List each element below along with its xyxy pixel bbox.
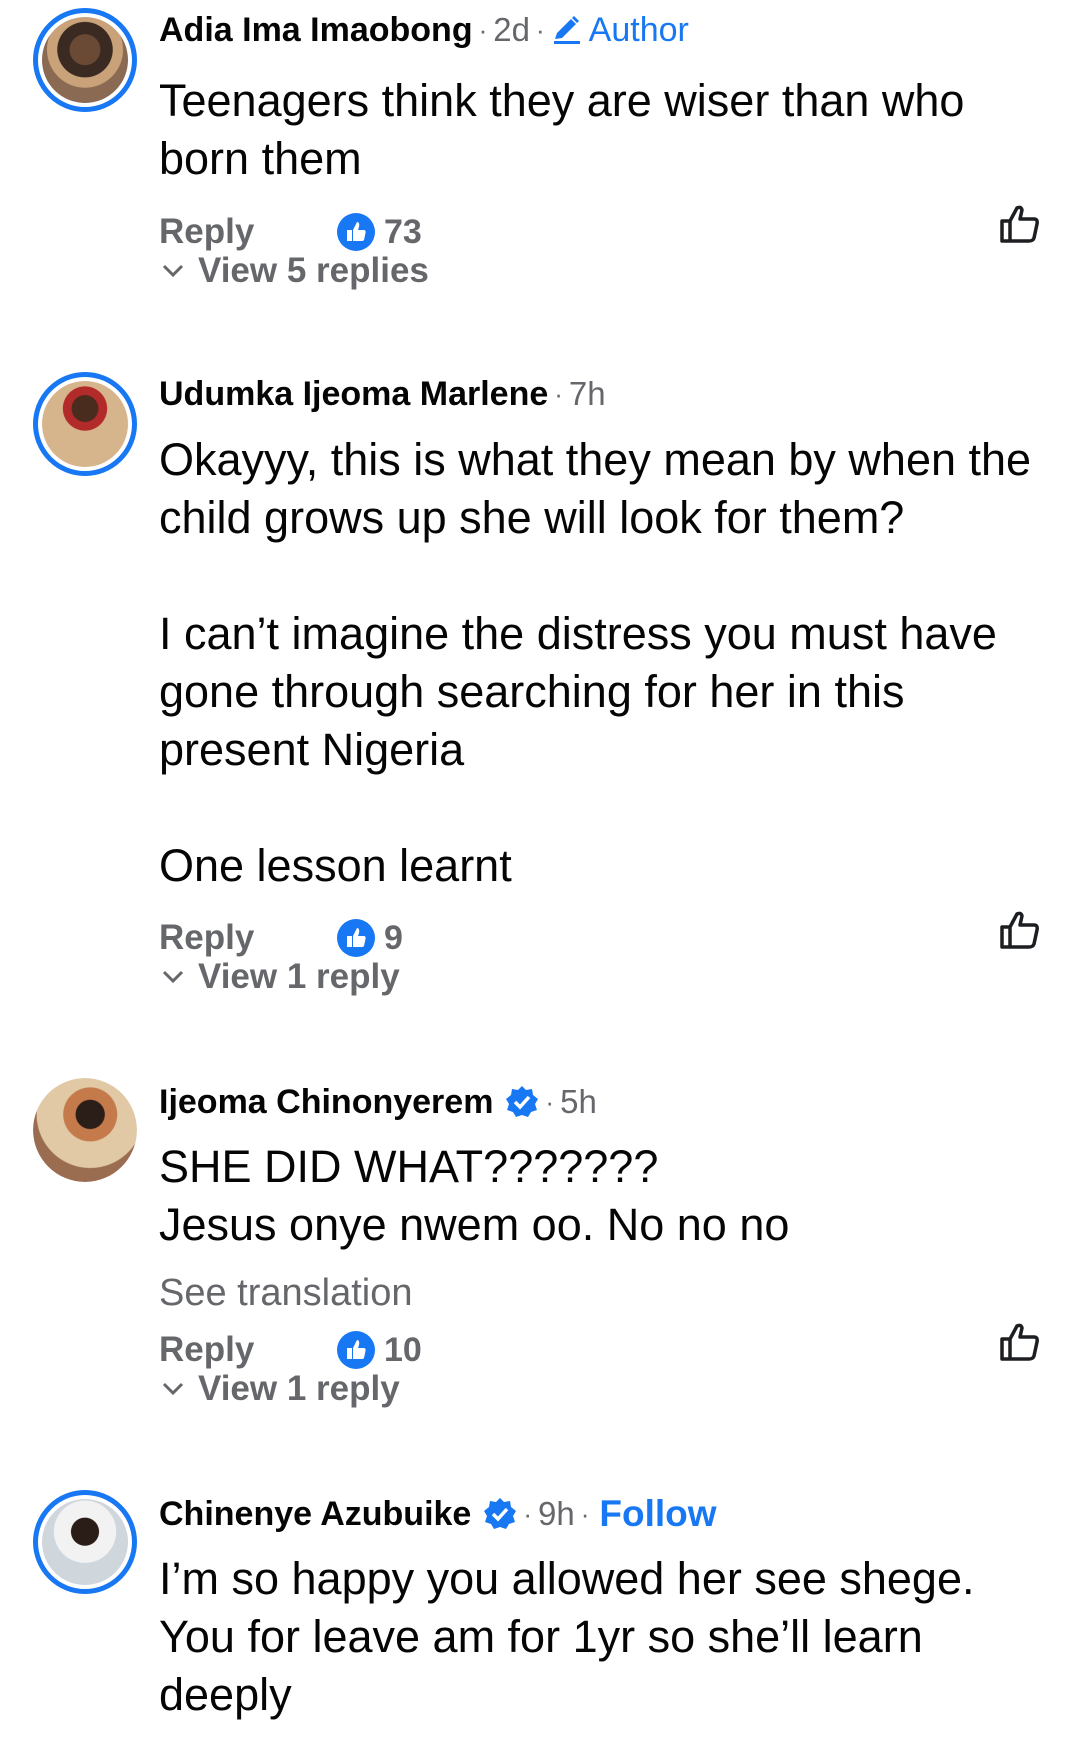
author-name[interactable]: Ijeoma Chinonyerem [159, 1083, 493, 1122]
view-replies-button[interactable]: View 1 reply [162, 1368, 400, 1410]
thumbs-up-outline-icon [1000, 911, 1039, 949]
author-name[interactable]: Udumka Ijeoma Marlene [159, 375, 548, 414]
comment-paragraph: Teenagers think they are wiser than who … [159, 75, 965, 184]
reaction-count[interactable]: 10 [336, 1330, 422, 1370]
verified-badge [483, 1497, 517, 1531]
like-button[interactable] [997, 1319, 1043, 1370]
comment-paragraph: SHE DID WHAT??????? [159, 1141, 659, 1192]
reply-button[interactable]: Reply [159, 212, 336, 252]
comment-paragraph: I’m so happy you allowed her see shege. … [159, 1553, 975, 1720]
pencil-icon [553, 16, 580, 44]
verified-badge [505, 1085, 539, 1119]
like-reaction-icon [337, 213, 375, 251]
avatar[interactable] [33, 1490, 137, 1594]
comment-header: Ijeoma Chinonyerem · 5h [159, 1080, 597, 1124]
comment-paragraph: One lesson learnt [159, 840, 512, 891]
comment-paragraph: Okayyy, this is what they mean by when t… [159, 434, 1032, 543]
separator-dot: · [523, 1498, 533, 1529]
view-replies-button[interactable]: View 5 replies [162, 250, 429, 292]
reaction-count[interactable]: 9 [336, 918, 403, 958]
like-button[interactable] [997, 907, 1043, 958]
comment-header: Chinenye Azubuike · 9h · Follow [159, 1492, 717, 1536]
view-replies-button[interactable]: View 1 reply [162, 956, 400, 998]
thumbs-up-outline-icon [1000, 205, 1039, 243]
separator-dot: · [545, 1086, 555, 1117]
separator-dot: · [554, 378, 563, 409]
reply-button[interactable]: Reply [159, 1330, 336, 1370]
chevron-down-icon [162, 970, 184, 984]
chevron-down-icon [162, 264, 184, 278]
verified-badge-icon [484, 1498, 517, 1529]
comment-text: Okayyy, this is what they mean by when t… [159, 431, 1049, 895]
timestamp[interactable]: 2d [493, 11, 530, 49]
author-name[interactable]: Chinenye Azubuike [159, 1495, 471, 1534]
avatar[interactable] [33, 372, 137, 476]
timestamp[interactable]: 7h [569, 375, 606, 413]
separator-dot: · [580, 1498, 590, 1529]
see-translation-link[interactable]: See translation [159, 1272, 413, 1315]
comment-text: Teenagers think they are wiser than who … [159, 72, 1049, 188]
like-reaction-icon [337, 919, 375, 957]
like-count: 73 [384, 212, 422, 251]
author-badge: Author [551, 11, 689, 50]
chevron-down-icon [162, 1382, 184, 1396]
comment-paragraph: I can’t imagine the distress you must ha… [159, 608, 997, 775]
like-count: 10 [384, 1330, 422, 1369]
like-button[interactable] [997, 201, 1043, 252]
timestamp[interactable]: 9h [538, 1495, 575, 1533]
timestamp[interactable]: 5h [560, 1083, 597, 1121]
like-count: 9 [384, 918, 403, 957]
separator-dot: · [535, 14, 545, 45]
like-reaction-icon [337, 1331, 375, 1369]
follow-button[interactable]: Follow [599, 1493, 716, 1535]
comment-paragraph: Jesus onye nwem oo. No no no [159, 1199, 790, 1250]
comment-header: Udumka Ijeoma Marlene · 7h [159, 372, 606, 416]
reaction-count[interactable]: 73 [336, 212, 422, 252]
avatar[interactable] [33, 8, 137, 112]
view-replies-label: View 5 replies [198, 251, 429, 290]
comment-header: Adia Ima Imaobong · 2d · Author [159, 8, 689, 52]
view-replies-label: View 1 reply [198, 957, 400, 996]
separator-dot: · [478, 14, 488, 45]
comment-text: SHE DID WHAT??????? Jesus onye nwem oo. … [159, 1138, 1049, 1254]
verified-badge-icon [506, 1086, 539, 1117]
view-replies-label: View 1 reply [198, 1369, 400, 1408]
thumbs-up-outline-icon [1000, 1323, 1039, 1361]
reply-button[interactable]: Reply [159, 918, 336, 958]
avatar[interactable] [33, 1078, 137, 1182]
comment-text: I’m so happy you allowed her see shege. … [159, 1550, 1049, 1724]
author-name[interactable]: Adia Ima Imaobong [159, 11, 473, 50]
author-badge-label: Author [588, 10, 689, 49]
